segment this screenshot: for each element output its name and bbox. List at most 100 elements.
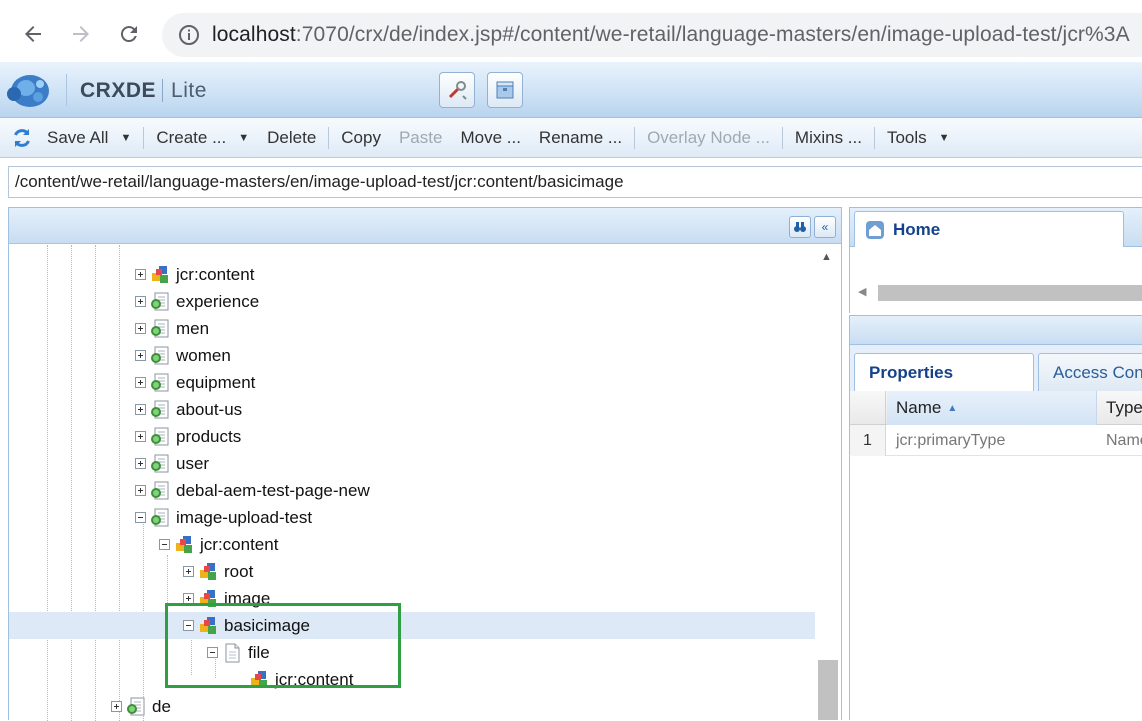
tree-node[interactable]: equipment	[135, 369, 255, 396]
tree-panel-header: «	[9, 208, 841, 244]
tree-node[interactable]: experience	[135, 288, 259, 315]
collapse-panel-button[interactable]: «	[814, 216, 836, 238]
page-node-icon	[150, 508, 170, 528]
reload-button[interactable]	[113, 18, 145, 50]
forward-button[interactable]	[65, 18, 97, 50]
package-icon	[496, 81, 514, 99]
refresh-button[interactable]	[0, 118, 38, 158]
tree-node[interactable]: jcr:content	[135, 261, 254, 288]
scroll-left-arrow-icon[interactable]: ◀	[858, 285, 866, 298]
expand-plus-icon[interactable]	[135, 377, 146, 388]
tree-node[interactable]: debal-aem-test-page-new	[135, 477, 370, 504]
tree-body: jcr:content experience men women equipment ab…	[9, 245, 841, 721]
delete-button[interactable]: Delete	[258, 118, 325, 158]
expand-plus-icon[interactable]	[135, 269, 146, 280]
overlay-node-button[interactable]: Overlay Node ...	[638, 118, 779, 158]
package-mode-button[interactable]	[487, 72, 523, 108]
tree-node[interactable]: men	[135, 315, 209, 342]
page-node-icon	[150, 346, 170, 366]
refresh-icon	[14, 128, 30, 147]
move-button[interactable]: Move ...	[451, 118, 529, 158]
component-node-icon	[174, 535, 194, 555]
scroll-up-arrow-icon[interactable]: ▲	[821, 251, 832, 263]
tree-node[interactable]: products	[135, 423, 241, 450]
tree-node[interactable]: about-us	[135, 396, 242, 423]
tree-node[interactable]: de	[111, 693, 171, 720]
tree-node[interactable]: women	[135, 342, 231, 369]
tab-access-control[interactable]: Access Contr	[1038, 353, 1142, 391]
page-node-icon	[150, 292, 170, 312]
address-bar[interactable]: localhost:7070/crx/de/index.jsp#/content…	[162, 13, 1142, 57]
page-node-icon	[150, 427, 170, 447]
tree-node[interactable]: user	[135, 450, 209, 477]
double-chevron-left-icon: «	[821, 220, 829, 234]
tab-properties[interactable]: Properties	[854, 353, 1034, 391]
horizontal-scrollbar[interactable]: ◀	[852, 283, 1142, 303]
copy-button[interactable]: Copy	[332, 118, 390, 158]
property-type-cell[interactable]: Name	[1106, 425, 1142, 456]
toolbar-separator	[781, 126, 783, 149]
back-button[interactable]	[17, 18, 49, 50]
tree-node-label: women	[176, 345, 231, 365]
tools-button[interactable]: Tools ▼	[878, 118, 959, 158]
horizontal-scroll-thumb[interactable]	[878, 285, 1142, 301]
annotation-highlight-box	[165, 603, 401, 688]
right-panel: Home ◀ Properties Access Contr Name▲ Typ…	[849, 207, 1142, 720]
expand-plus-icon[interactable]	[135, 485, 146, 496]
collapse-minus-icon[interactable]	[135, 512, 146, 523]
page-node-icon	[126, 697, 146, 717]
tree-node[interactable]: jcr:content	[159, 531, 278, 558]
node-path-input[interactable]: /content/we-retail/language-masters/en/i…	[8, 166, 1142, 198]
paste-button[interactable]: Paste	[390, 118, 451, 158]
collapse-minus-icon[interactable]	[159, 539, 170, 550]
expand-plus-icon[interactable]	[135, 431, 146, 442]
property-name-cell[interactable]: jcr:primaryType	[896, 425, 1005, 456]
url-text: localhost:7070/crx/de/index.jsp#/content…	[212, 23, 1130, 46]
component-node-icon	[198, 562, 218, 582]
tree-scrollbar-thumb[interactable]	[818, 660, 838, 720]
chevron-down-icon: ▼	[238, 131, 250, 144]
crxde-logo-icon	[7, 75, 49, 107]
tree-node-label: about-us	[176, 399, 243, 419]
tools-mode-button[interactable]	[439, 72, 475, 108]
expand-plus-icon[interactable]	[135, 458, 146, 469]
tree-node-label: jcr:content	[176, 264, 255, 284]
name-column-header[interactable]: Name ▲	[887, 391, 1097, 425]
create-button[interactable]: Create ... ▼	[147, 118, 258, 158]
component-node-icon	[150, 265, 170, 285]
type-column-header[interactable]: Type	[1098, 391, 1142, 425]
toolbar-separator	[328, 126, 330, 149]
expand-plus-icon[interactable]	[183, 566, 194, 577]
tree-node[interactable]: basicimage	[9, 612, 815, 639]
binoculars-icon	[794, 222, 806, 232]
tab-home[interactable]: Home	[854, 211, 1124, 248]
header-divider	[66, 74, 67, 106]
page-node-icon	[150, 319, 170, 339]
expand-plus-icon[interactable]	[135, 323, 146, 334]
tree-node-label: root	[224, 561, 254, 581]
toolbar-separator	[143, 126, 145, 149]
chevron-down-icon: ▼	[120, 131, 132, 144]
table-row[interactable]: 1 jcr:primaryType Name	[849, 425, 1142, 456]
app-title: CRXDE Lite	[80, 79, 207, 102]
search-tree-button[interactable]	[789, 216, 811, 238]
tree-node-label: image-upload-test	[176, 507, 313, 527]
mixins-button[interactable]: Mixins ...	[786, 118, 871, 158]
home-tab-content: ◀	[849, 247, 1142, 313]
path-bar: /content/we-retail/language-masters/en/i…	[0, 158, 1142, 206]
expand-plus-icon[interactable]	[111, 701, 122, 712]
toolbar-separator	[873, 126, 875, 149]
tree-node[interactable]: root	[183, 558, 253, 585]
home-icon	[866, 221, 884, 239]
page-node-icon	[150, 454, 170, 474]
properties-grid-header: Name ▲ Type	[849, 391, 1142, 425]
rename-button[interactable]: Rename ...	[530, 118, 631, 158]
properties-panel-header	[849, 315, 1142, 345]
expand-plus-icon[interactable]	[135, 350, 146, 361]
page-node-icon	[150, 400, 170, 420]
save-all-button[interactable]: Save All ▼	[38, 118, 140, 158]
row-number: 1	[850, 425, 886, 456]
tree-node[interactable]: image-upload-test	[135, 504, 312, 531]
expand-plus-icon[interactable]	[135, 296, 146, 307]
expand-plus-icon[interactable]	[135, 404, 146, 415]
